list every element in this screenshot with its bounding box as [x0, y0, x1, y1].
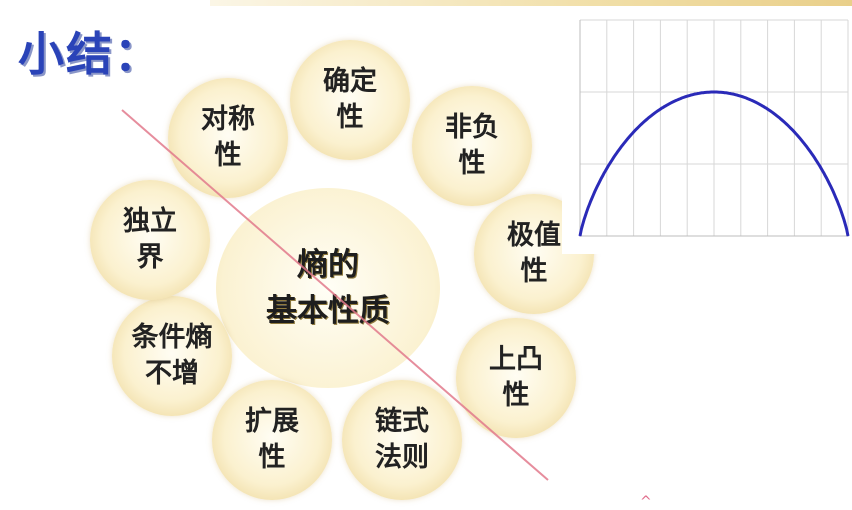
curve-point	[713, 91, 715, 93]
petal-concavity: 上凸 性	[456, 318, 576, 438]
curve-point	[686, 95, 688, 97]
center-disc: 熵的 基本性质	[216, 188, 440, 388]
curve-point	[579, 235, 581, 237]
curve-point	[767, 108, 769, 110]
curve-point	[606, 167, 608, 169]
petal-nonnegativity: 非负 性	[412, 86, 532, 206]
petal-label: 条件熵 不增	[131, 322, 213, 389]
petal-label: 上凸 性	[489, 344, 543, 411]
curve-point	[847, 235, 849, 237]
petal-conditioning-reduces-entropy: 条件熵 不增	[112, 296, 232, 416]
curve-point	[740, 95, 742, 97]
petal-label: 对称 性	[201, 104, 255, 171]
petal-extensibility: 扩展 性	[212, 380, 332, 500]
curve-point	[659, 108, 661, 110]
plot-grid	[579, 19, 849, 237]
petal-label: 确定 性	[323, 66, 377, 133]
curve-point	[793, 131, 795, 133]
petal-certainty: 确定 性	[290, 40, 410, 160]
curve-point	[633, 131, 635, 133]
petal-label: 独立 界	[123, 206, 177, 273]
center-label: 熵的 基本性质	[266, 247, 390, 329]
petal-label: 极值 性	[507, 220, 561, 287]
entropy-curve-plot	[562, 14, 852, 254]
petal-chain-rule: 链式 法则	[342, 380, 462, 500]
petal-independence-bound: 独立 界	[90, 180, 210, 300]
plot-svg	[578, 19, 850, 237]
petal-label: 链式 法则	[375, 406, 429, 473]
petal-symmetry: 对称 性	[168, 78, 288, 198]
petal-label: 非负 性	[445, 112, 499, 179]
petal-label: 扩展 性	[245, 406, 299, 473]
curve-point	[820, 167, 822, 169]
